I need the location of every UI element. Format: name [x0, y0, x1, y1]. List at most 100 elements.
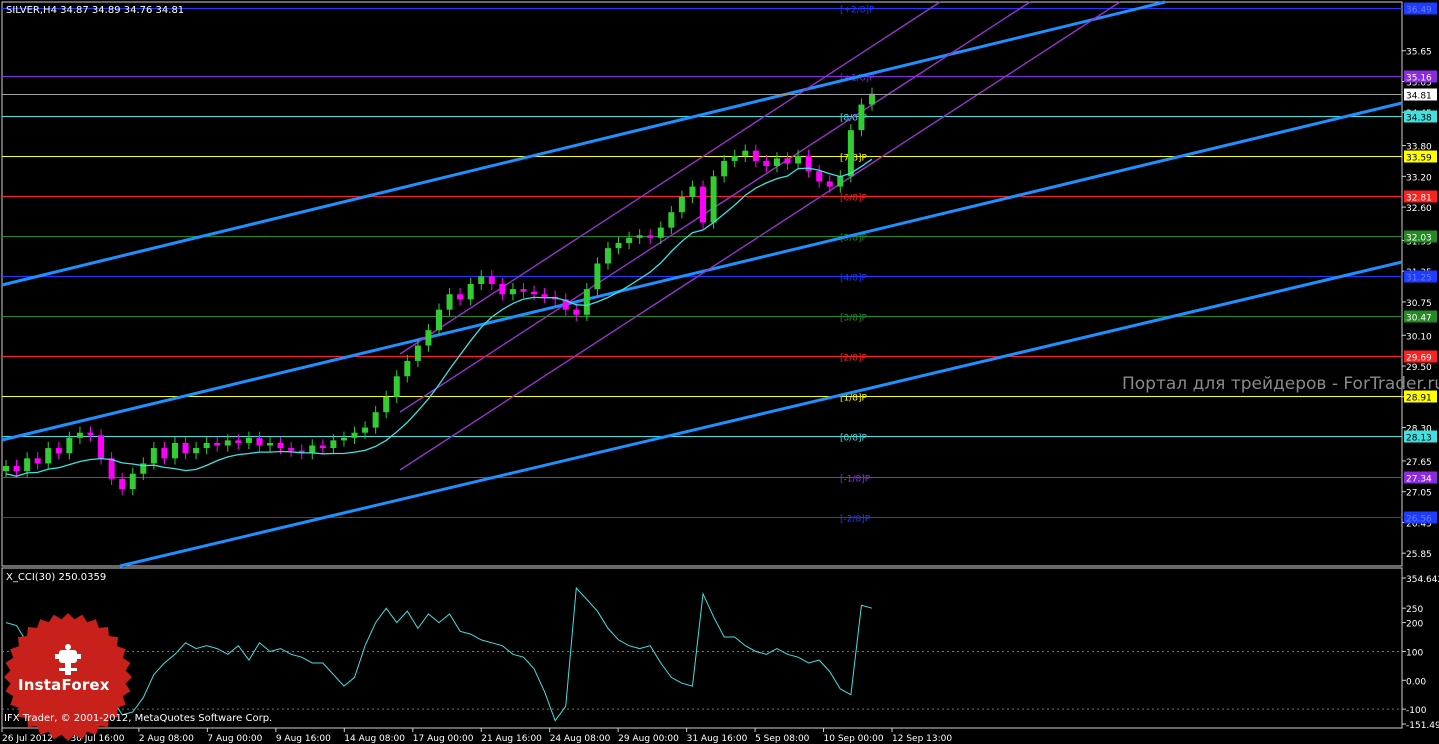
trend-channel-line	[1, 0, 1166, 287]
candle-body	[309, 445, 316, 454]
candle-body	[319, 445, 326, 449]
cci-line	[5, 586, 873, 722]
murrey-price-tag-label: 28.91	[1406, 394, 1432, 404]
murrey-level-label: [2/8]P	[840, 354, 868, 364]
candle-body	[425, 330, 432, 346]
indicator-header: X_CCI(30) 250.0359	[6, 572, 107, 583]
price-tick-label: 30.10	[1406, 332, 1432, 342]
candle-body	[816, 171, 823, 182]
candle-body	[414, 345, 421, 361]
candle-body	[847, 130, 854, 177]
murrey-price-tag-label: 31.25	[1406, 274, 1432, 284]
candle-body	[340, 437, 347, 441]
candle-body	[573, 309, 580, 315]
candle-body	[267, 442, 274, 446]
candle-body	[752, 150, 759, 161]
candle-body	[541, 294, 548, 297]
murrey-price-tag-label: 32.03	[1406, 234, 1432, 244]
candle-body	[678, 196, 685, 213]
candle-body	[657, 227, 664, 238]
cci-tick-label: 0.00	[1406, 677, 1426, 687]
murrey-level-label: [0/8]P	[840, 434, 868, 444]
candle-body	[171, 442, 178, 459]
price-tick-label: 27.05	[1406, 489, 1432, 499]
murrey-price-tag-label: 28.13	[1406, 434, 1432, 444]
candle-body	[119, 478, 126, 490]
murrey-price-tag-label: 29.69	[1406, 354, 1432, 364]
time-tick-label: 29 Aug 00:00	[618, 734, 679, 744]
candle-body	[795, 155, 802, 164]
cci-tick-label: -151.490	[1406, 721, 1439, 731]
cci-tick-label: 200	[1406, 620, 1423, 630]
murrey-price-tag-label: 26.56	[1406, 515, 1432, 525]
candle-body	[161, 448, 168, 459]
time-tick-label: 10 Sep 00:00	[824, 734, 884, 744]
cci-tick-label: 354.642	[1406, 575, 1439, 585]
murrey-price-tag-label: 33.59	[1406, 154, 1432, 164]
cci-panel-frame	[1, 567, 1403, 729]
candle-body	[668, 212, 675, 228]
murrey-level-label: [+2/8]P	[840, 6, 875, 16]
candle-body	[731, 155, 738, 161]
candle-body	[256, 437, 263, 446]
price-tick-label: 27.65	[1406, 458, 1432, 468]
candle-body	[150, 448, 157, 464]
candle-body	[129, 473, 136, 490]
murrey-level-label: [6/8]P	[840, 194, 868, 204]
candle-body	[700, 186, 707, 223]
price-tick-label: 25.85	[1406, 550, 1432, 560]
candle-body	[457, 294, 464, 300]
murrey-level-label: [-2/8]P	[840, 515, 871, 525]
chart-canvas: 35.6535.0534.4533.8033.2032.6031.9531.35…	[1, 0, 1439, 744]
candle-body	[13, 466, 20, 472]
candle-body	[488, 276, 495, 284]
cci-tick-label: 100	[1406, 648, 1423, 658]
murrey-price-tag-label: 30.47	[1406, 314, 1432, 324]
candle-body	[288, 448, 295, 451]
candle-body	[87, 432, 94, 436]
price-tick-label: 32.60	[1406, 204, 1432, 214]
logo-label: InstaForex	[18, 676, 110, 694]
candle-body	[214, 442, 221, 446]
candle-body	[583, 289, 590, 315]
candle-body	[193, 448, 200, 454]
candle-body	[594, 263, 601, 290]
candle-body	[858, 104, 865, 131]
candle-body	[351, 432, 358, 438]
murrey-level-label: [4/8]P	[840, 274, 868, 284]
candle-body	[372, 412, 379, 428]
candle-body	[330, 440, 337, 449]
candle-body	[509, 289, 516, 295]
murrey-level-label: [-1/8]P	[840, 475, 871, 485]
candle-body	[467, 284, 474, 300]
candle-body	[404, 360, 411, 377]
watermark-text: Портал для трейдеров - ForTrader.ru	[1122, 374, 1439, 394]
candle-body	[66, 437, 73, 454]
candle-body	[446, 294, 453, 310]
candle-body	[224, 440, 231, 446]
candle-body	[647, 235, 654, 238]
candle-body	[626, 237, 633, 243]
candle-body	[203, 442, 210, 449]
murrey-price-tag-label: 34.38	[1406, 114, 1432, 124]
candle-body	[98, 435, 105, 459]
murrey-price-tag-label: 36.49	[1406, 6, 1432, 16]
murrey-price-tag-label: 32.81	[1406, 194, 1432, 204]
candle-body	[837, 176, 844, 187]
candle-body	[636, 235, 643, 238]
cci-tick-label: -100	[1406, 706, 1427, 716]
time-tick-label: 2 Aug 08:00	[139, 734, 194, 744]
candle-body	[742, 150, 749, 156]
candle-body	[55, 448, 62, 454]
candle-body	[277, 442, 284, 449]
copyright-text: IFX Trader, © 2001-2012, MetaQuotes Soft…	[4, 713, 273, 724]
candle-body	[45, 448, 52, 464]
candle-body	[245, 437, 252, 443]
candle-body	[108, 458, 115, 479]
candle-body	[182, 442, 189, 454]
candle-body	[869, 93, 875, 105]
candle-body	[773, 158, 780, 167]
time-tick-label: 24 Aug 08:00	[550, 734, 611, 744]
trend-channel-line	[119, 260, 1403, 568]
candle-body	[436, 309, 442, 331]
